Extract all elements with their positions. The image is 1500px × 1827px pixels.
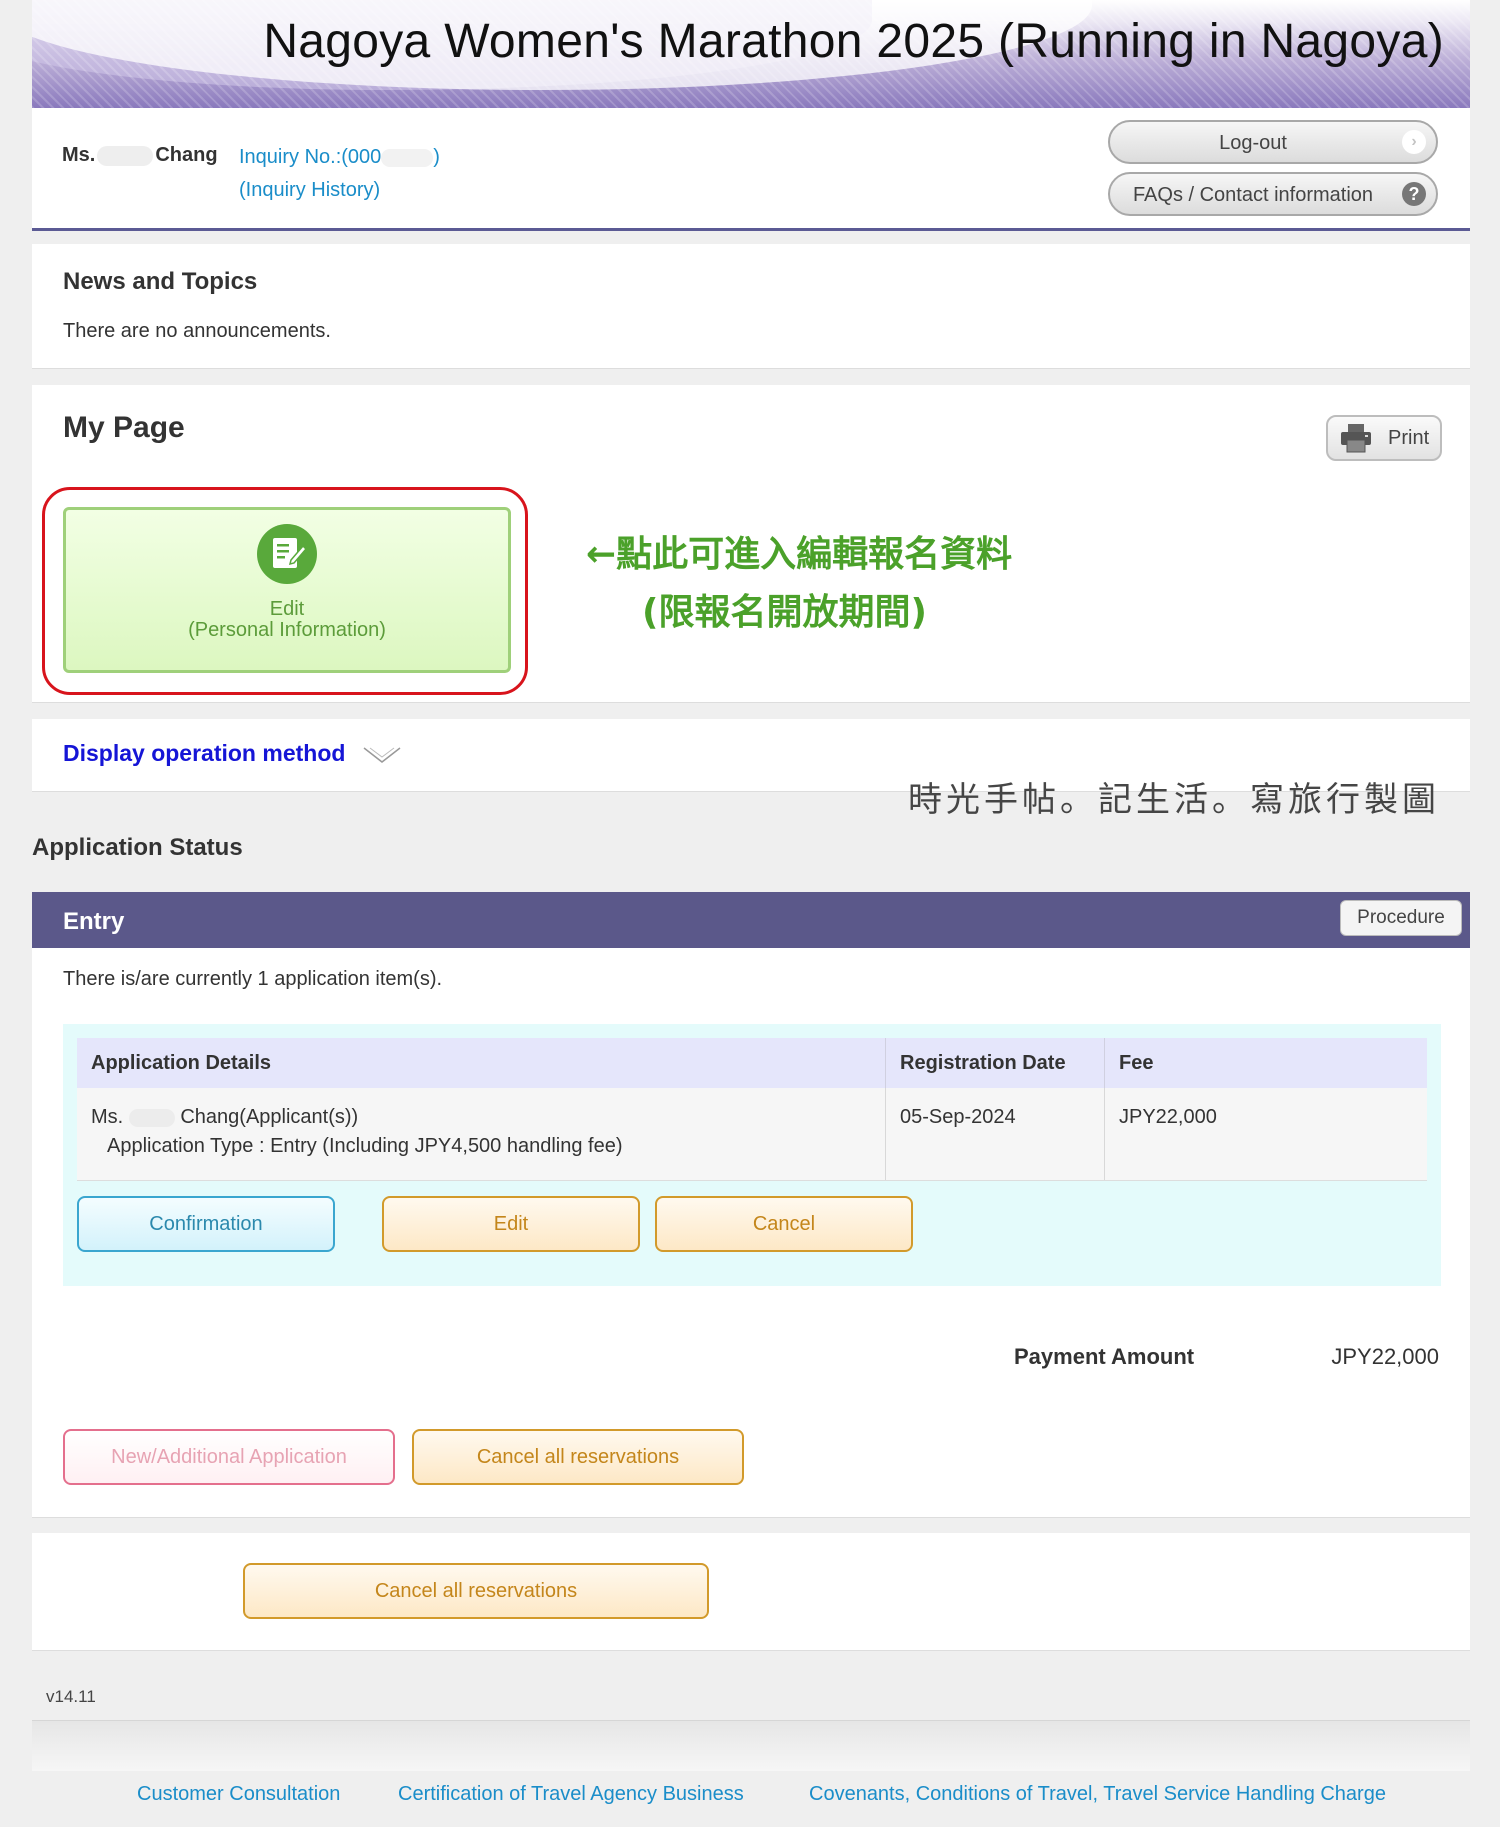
application-table: Application Details Registration Date Fe…	[77, 1038, 1427, 1181]
footer-bar	[32, 1720, 1470, 1771]
user-surname: Chang	[155, 144, 218, 166]
annotation-line-2: (限報名開放期間)	[642, 592, 927, 633]
bottom-cancel-card: Cancel all reservations	[32, 1533, 1470, 1651]
edit-sublabel: (Personal Information)	[188, 619, 386, 641]
col-fee: Fee	[1104, 1038, 1427, 1088]
confirmation-button[interactable]: Confirmation	[77, 1196, 335, 1252]
news-text: There are no announcements.	[63, 320, 331, 342]
entry-header: Entry Procedure	[32, 892, 1470, 948]
chevron-down-icon[interactable]	[362, 745, 402, 765]
cell-fee: JPY22,000	[1104, 1088, 1427, 1181]
inquiry-history-link[interactable]: (Inquiry History)	[239, 179, 380, 202]
footer-link-customer-consultation[interactable]: Customer Consultation	[137, 1783, 340, 1806]
inquiry-number-link[interactable]: Inquiry No.:(000)	[239, 146, 440, 169]
entry-title: Entry	[63, 908, 125, 935]
application-box: Application Details Registration Date Fe…	[63, 1024, 1441, 1286]
applicant-prefix: Ms.	[91, 1106, 124, 1128]
edit-personal-info-button[interactable]: Edit (Personal Information)	[63, 507, 511, 673]
logout-label: Log-out	[1219, 132, 1287, 154]
watermark-text: 時光手帖。記生活。寫旅行製圖	[908, 780, 1440, 820]
chevron-right-icon: ›	[1402, 130, 1426, 154]
cancel-all-reservations-bottom-button[interactable]: Cancel all reservations	[243, 1563, 709, 1619]
applicant-line: Ms. Chang(Applicant(s))	[91, 1106, 871, 1129]
edit-document-icon	[257, 524, 317, 584]
mypage-title: My Page	[63, 411, 185, 444]
redacted-name	[128, 1108, 175, 1127]
cancel-button[interactable]: Cancel	[655, 1196, 913, 1252]
application-status-title: Application Status	[32, 834, 243, 861]
payment-amount-label: Payment Amount	[1014, 1344, 1195, 1369]
question-icon: ?	[1402, 182, 1426, 206]
procedure-button[interactable]: Procedure	[1340, 900, 1462, 936]
faq-label: FAQs / Contact information	[1132, 184, 1374, 206]
table-header-row: Application Details Registration Date Fe…	[77, 1038, 1427, 1088]
annotation-line-1: ←點此可進入編輯報名資料	[586, 534, 1013, 575]
mypage-card: My Page Print Edit (Personal Information…	[32, 385, 1470, 703]
print-button[interactable]: Print	[1326, 415, 1442, 461]
user-bar: Ms. Chang Inquiry No.:(000) (Inquiry Hist…	[32, 108, 1470, 231]
news-title: News and Topics	[63, 268, 258, 295]
cell-application-details: Ms. Chang(Applicant(s)) Application Type…	[77, 1088, 886, 1181]
applicant-suffix: Chang(Applicant(s))	[180, 1106, 359, 1128]
redacted-inquiry	[381, 148, 434, 167]
page-title: Nagoya Women's Marathon 2025 (Running in…	[263, 15, 1444, 68]
display-operation-link[interactable]: Display operation method	[63, 740, 345, 767]
footer-link-certification[interactable]: Certification of Travel Agency Business	[398, 1783, 744, 1806]
payment-amount-value: JPY22,000	[1331, 1344, 1439, 1369]
faq-contact-button[interactable]: FAQs / Contact information ?	[1108, 172, 1438, 216]
news-card: News and Topics There are no announcemen…	[32, 244, 1470, 369]
inquiry-close: )	[433, 146, 440, 168]
new-application-button[interactable]: New/Additional Application	[63, 1429, 395, 1485]
cancel-all-reservations-button[interactable]: Cancel all reservations	[412, 1429, 744, 1485]
footer-link-covenants[interactable]: Covenants, Conditions of Travel, Travel …	[809, 1783, 1386, 1806]
col-application-details: Application Details	[77, 1038, 886, 1088]
redacted-name	[97, 145, 154, 166]
table-row: Ms. Chang(Applicant(s)) Application Type…	[77, 1088, 1427, 1181]
user-prefix: Ms.	[62, 144, 96, 166]
version-label: v14.11	[46, 1687, 96, 1706]
inquiry-label: Inquiry No.:(000	[239, 146, 382, 168]
cell-registration-date: 05-Sep-2024	[885, 1088, 1105, 1181]
entry-card: Entry Procedure There is/are currently 1…	[32, 892, 1470, 1518]
logout-button[interactable]: Log-out ›	[1108, 120, 1438, 164]
application-type: Application Type : Entry (Including JPY4…	[107, 1135, 623, 1157]
printer-icon	[1341, 424, 1371, 453]
col-registration-date: Registration Date	[885, 1038, 1105, 1088]
annotation-note: ←點此可進入編輯報名資料 (限報名開放期間)	[586, 525, 1012, 635]
edit-button[interactable]: Edit	[382, 1196, 640, 1252]
print-label: Print	[1388, 427, 1430, 449]
user-name: Ms. Chang	[62, 144, 218, 167]
header-banner: Nagoya Women's Marathon 2025 (Running in…	[32, 0, 1470, 108]
entry-summary: There is/are currently 1 application ite…	[63, 968, 443, 990]
edit-label: Edit	[269, 598, 305, 620]
